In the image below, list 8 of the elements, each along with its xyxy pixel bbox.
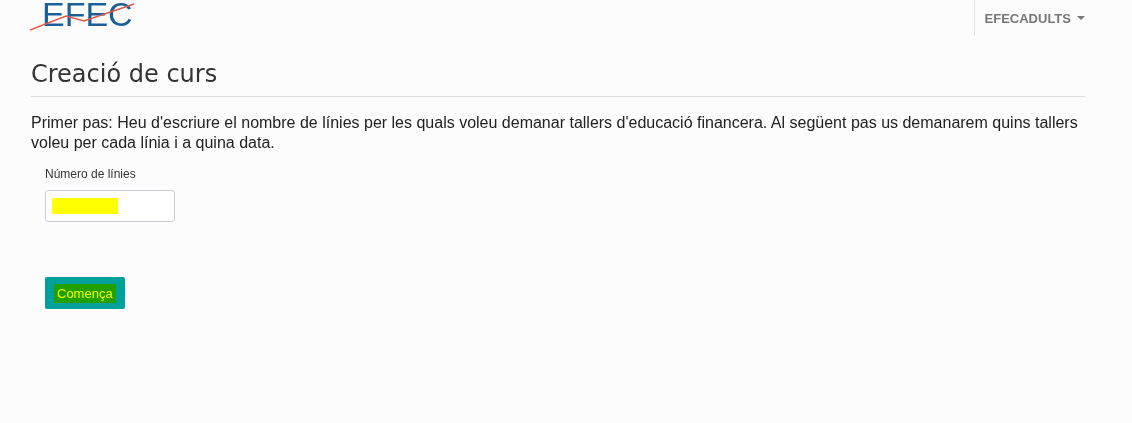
user-menu[interactable]: EFECADULTS <box>984 10 1085 26</box>
intro-text: Primer pas: Heu d'escriure el nombre de línies per les quals voleu demanar tallers d'educació financera. Al següent pas us demanarem quins tallers voleu per cada línia i a quina data. <box>31 113 1079 153</box>
input-field[interactable] <box>45 190 175 222</box>
highlight-mark <box>52 198 118 214</box>
field-label: Número de línies <box>45 167 136 181</box>
start-button[interactable]: Comença <box>45 277 125 309</box>
caret-icon <box>1077 16 1085 20</box>
page-title: Creació de curs <box>31 60 1085 97</box>
